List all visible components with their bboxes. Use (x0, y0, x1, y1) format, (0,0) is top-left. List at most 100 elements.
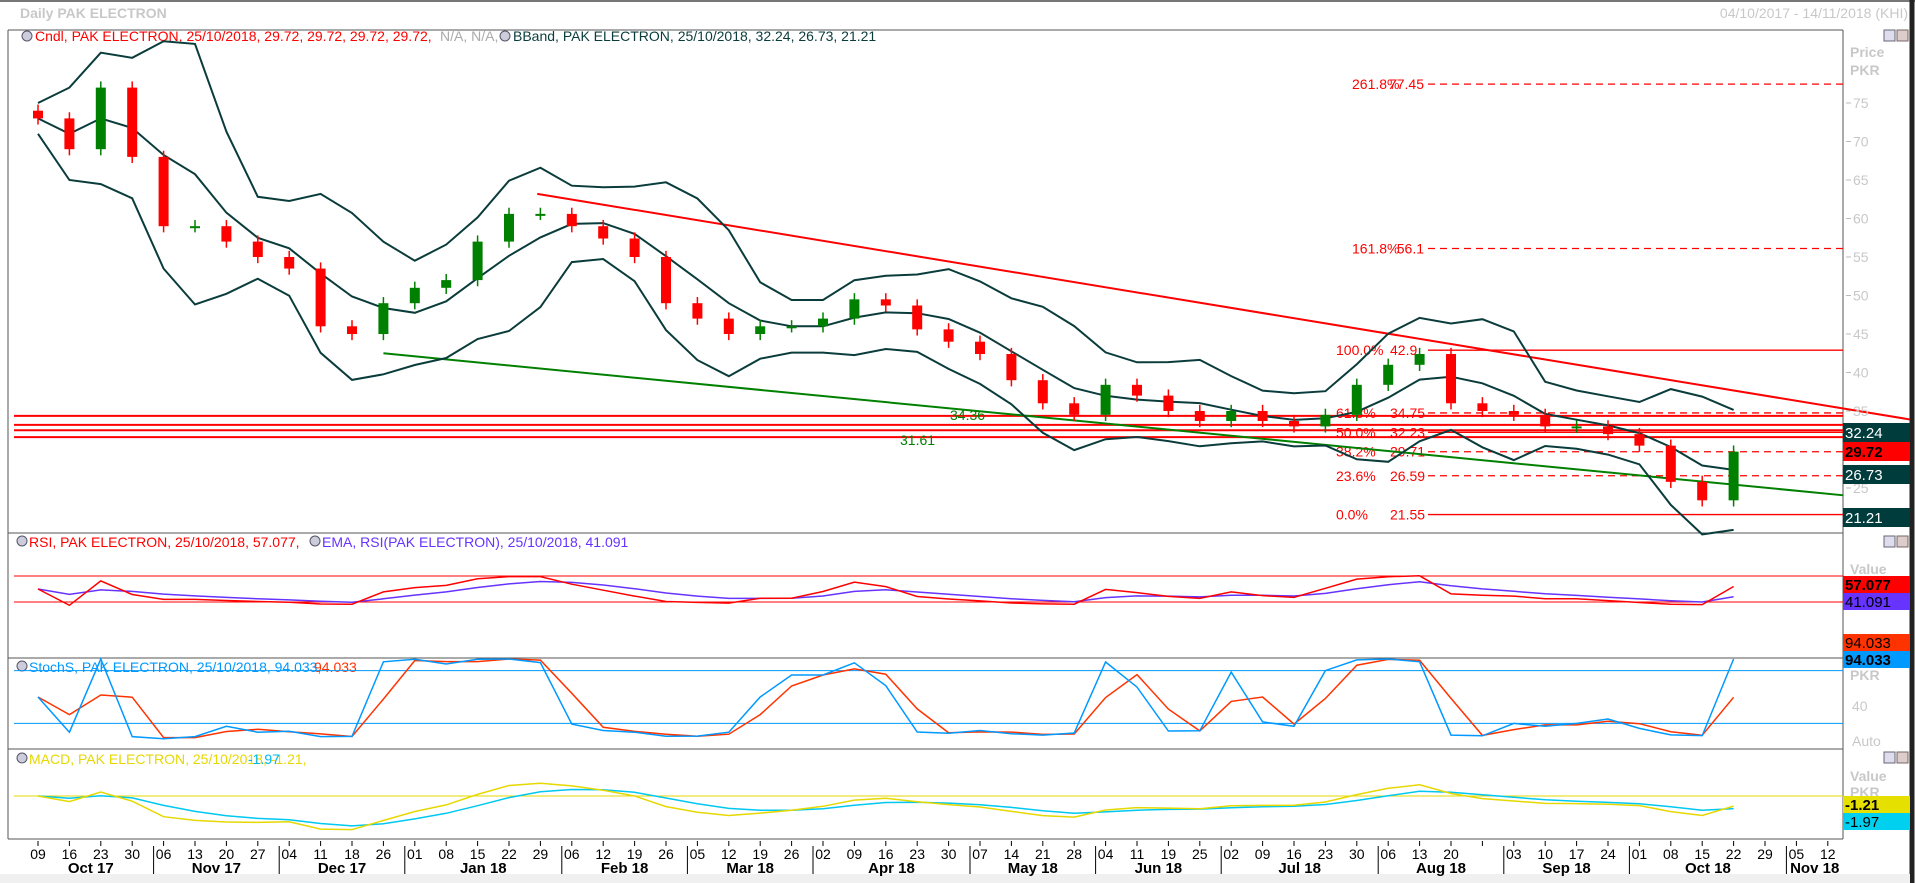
close-button[interactable] (1896, 751, 1909, 764)
stoch-legend-text: StochS, PAK ELECTRON, 25/10/2018, 94.033… (29, 659, 321, 675)
candle-body (692, 303, 703, 319)
stoch-k-value: 94.033 (1845, 652, 1891, 669)
currency-axis-label: PKR (1850, 62, 1880, 78)
candle-body (315, 268, 326, 327)
fib-pct-label: 161.8% (1352, 241, 1399, 257)
candle-body (1257, 411, 1268, 422)
stoch-legend[interactable]: StochS, PAK ELECTRON, 25/10/2018, 94.033… (16, 659, 357, 675)
month-label: Jul 18 (1278, 860, 1321, 877)
month-label: Nov 18 (1790, 860, 1839, 877)
fib-value-label: 77.45 (1389, 76, 1424, 92)
candle-body (1571, 426, 1582, 429)
candle-body (1069, 403, 1080, 415)
macd-legend[interactable]: MACD, PAK ELECTRON, 25/10/2018, -1.21, -… (16, 751, 307, 767)
x-tick-label: 28 (1066, 846, 1082, 862)
fib-value-label: 56.1 (1397, 241, 1424, 257)
date-range: 04/10/2017 - 14/11/2018 (KHI) (1720, 5, 1908, 21)
x-tick-label: 07 (972, 846, 988, 862)
candle-body (1037, 380, 1048, 404)
candle-body (566, 213, 577, 227)
x-tick-label: 09 (1255, 846, 1271, 862)
candle-body (849, 299, 860, 319)
rsi-legend-text: RSI, PAK ELECTRON, 25/10/2018, 57.077, (29, 534, 300, 550)
month-label: Sep 18 (1542, 860, 1590, 877)
x-tick-label: 06 (564, 846, 580, 862)
clock-icon[interactable] (21, 30, 33, 42)
x-tick-label: 09 (30, 846, 46, 862)
x-tick-label: 25 (1192, 846, 1208, 862)
candle-body (1194, 411, 1205, 422)
month-label: Oct 17 (68, 860, 114, 877)
chart-canvas: Daily PAK ELECTRON 04/10/2017 - 14/11/20… (0, 0, 1915, 883)
y-tick-label: 75 (1853, 95, 1869, 111)
candle-body (1634, 434, 1645, 446)
rsi-legend[interactable]: RSI, PAK ELECTRON, 25/10/2018, 57.077, E… (16, 534, 629, 550)
candle-body (755, 326, 766, 334)
month-label: Dec 17 (318, 860, 366, 877)
x-tick-label: 26 (376, 846, 392, 862)
month-label: Aug 18 (1416, 860, 1466, 877)
bband-legend[interactable]: BBand, PAK ELECTRON, 25/10/2018, 32.24, … (499, 28, 876, 44)
macd-legend-text-2: -1.97 (248, 751, 280, 767)
x-tick-label: 05 (690, 846, 706, 862)
fib-value-label: 42.9 (1390, 342, 1417, 358)
candle-body (284, 257, 295, 269)
price-axis-label: Price (1850, 44, 1884, 60)
x-tick-label: 09 (847, 846, 863, 862)
candle-body (1383, 364, 1394, 385)
candle-body (943, 329, 954, 342)
candle-body (912, 305, 923, 330)
x-tick-label: 26 (658, 846, 674, 862)
candle-body (1508, 411, 1519, 415)
candle-legend-text: Cndl, PAK ELECTRON, 25/10/2018, 29.72, 2… (35, 28, 432, 44)
y-tick-label: 55 (1853, 249, 1869, 265)
close-button[interactable] (1896, 535, 1909, 548)
candle-body (158, 156, 169, 227)
candle-body (1728, 451, 1739, 501)
candle-body (1540, 414, 1551, 427)
x-tick-label: 29 (1757, 846, 1773, 862)
candle-body (818, 318, 828, 327)
month-label: May 18 (1008, 860, 1058, 877)
candle-body (378, 303, 389, 334)
stoch-auto-button[interactable]: Auto (1852, 733, 1881, 749)
candle-body (347, 326, 357, 334)
x-tick-label: 30 (124, 846, 140, 862)
close-button[interactable] (1896, 29, 1909, 42)
candle-body (723, 318, 734, 334)
x-tick-label: 02 (815, 846, 831, 862)
clock-icon[interactable] (16, 752, 28, 764)
chart-title: Daily PAK ELECTRON (20, 5, 167, 21)
macd-value: -1.21 (1845, 797, 1879, 814)
x-tick-label: 01 (407, 846, 423, 862)
y-tick-label: 70 (1853, 134, 1869, 150)
month-label: Nov 17 (192, 860, 241, 877)
ema-legend-text: EMA, RSI(PAK ELECTRON), 25/10/2018, 41.0… (322, 534, 629, 550)
candle-body (504, 213, 514, 242)
y-tick-label: 65 (1853, 172, 1869, 188)
clock-icon[interactable] (499, 30, 511, 42)
clock-icon[interactable] (309, 535, 321, 547)
x-tick-label: 04 (281, 846, 297, 862)
candle-legend[interactable]: Cndl, PAK ELECTRON, 25/10/2018, 29.72, 2… (21, 28, 498, 44)
minimize-button[interactable] (1883, 535, 1896, 548)
minimize-button[interactable] (1883, 751, 1896, 764)
x-tick-label: 26 (784, 846, 800, 862)
candle-body (409, 287, 420, 304)
x-tick-label: 30 (941, 846, 957, 862)
x-tick-label: 06 (1380, 846, 1396, 862)
clock-icon[interactable] (16, 660, 28, 672)
rsi-value: 57.077 (1845, 577, 1891, 594)
candle-body (1603, 426, 1613, 435)
bb-mid-value: 26.73 (1845, 467, 1883, 484)
candle-body (1132, 384, 1142, 396)
minimize-button[interactable] (1883, 29, 1896, 42)
candle-body (95, 87, 106, 150)
close-value: 29.72 (1845, 444, 1883, 461)
candle-body (221, 226, 232, 242)
y-tick-label: 60 (1853, 211, 1869, 227)
candle-body (1351, 384, 1362, 415)
bb-upper-value: 32.24 (1845, 425, 1883, 442)
bband-legend-text: BBand, PAK ELECTRON, 25/10/2018, 32.24, … (513, 28, 876, 44)
clock-icon[interactable] (16, 535, 28, 547)
